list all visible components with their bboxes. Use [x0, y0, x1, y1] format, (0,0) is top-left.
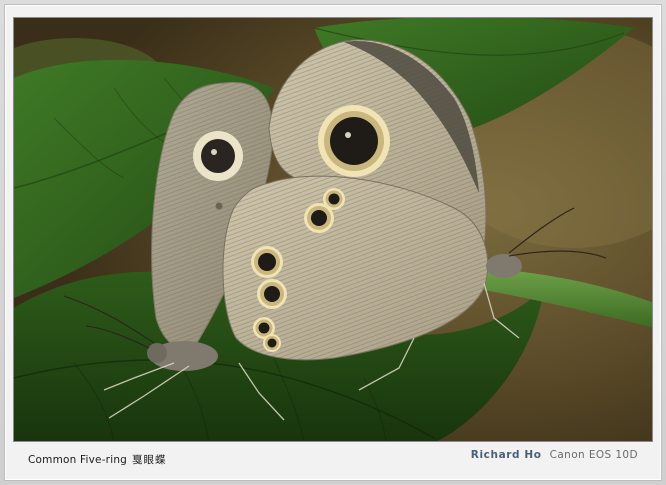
photographer-name: Richard Ho	[470, 449, 542, 461]
species-name: Common Five-ring	[28, 454, 128, 466]
image-frame: Common Five-ring 戛眼蝶 Richard Ho Canon EOS …	[0, 0, 666, 485]
camera-model: Canon EOS 10D	[549, 449, 638, 461]
butterfly-photo	[13, 17, 653, 442]
butterfly-photo-illustration	[14, 18, 652, 441]
photo-caption: Common Five-ring 戛眼蝶	[28, 452, 167, 467]
photo-credit: Richard Ho Canon EOS 10D	[471, 449, 638, 461]
species-chinese-name: 戛眼蝶	[132, 454, 167, 466]
front-butterfly-head	[486, 254, 522, 278]
